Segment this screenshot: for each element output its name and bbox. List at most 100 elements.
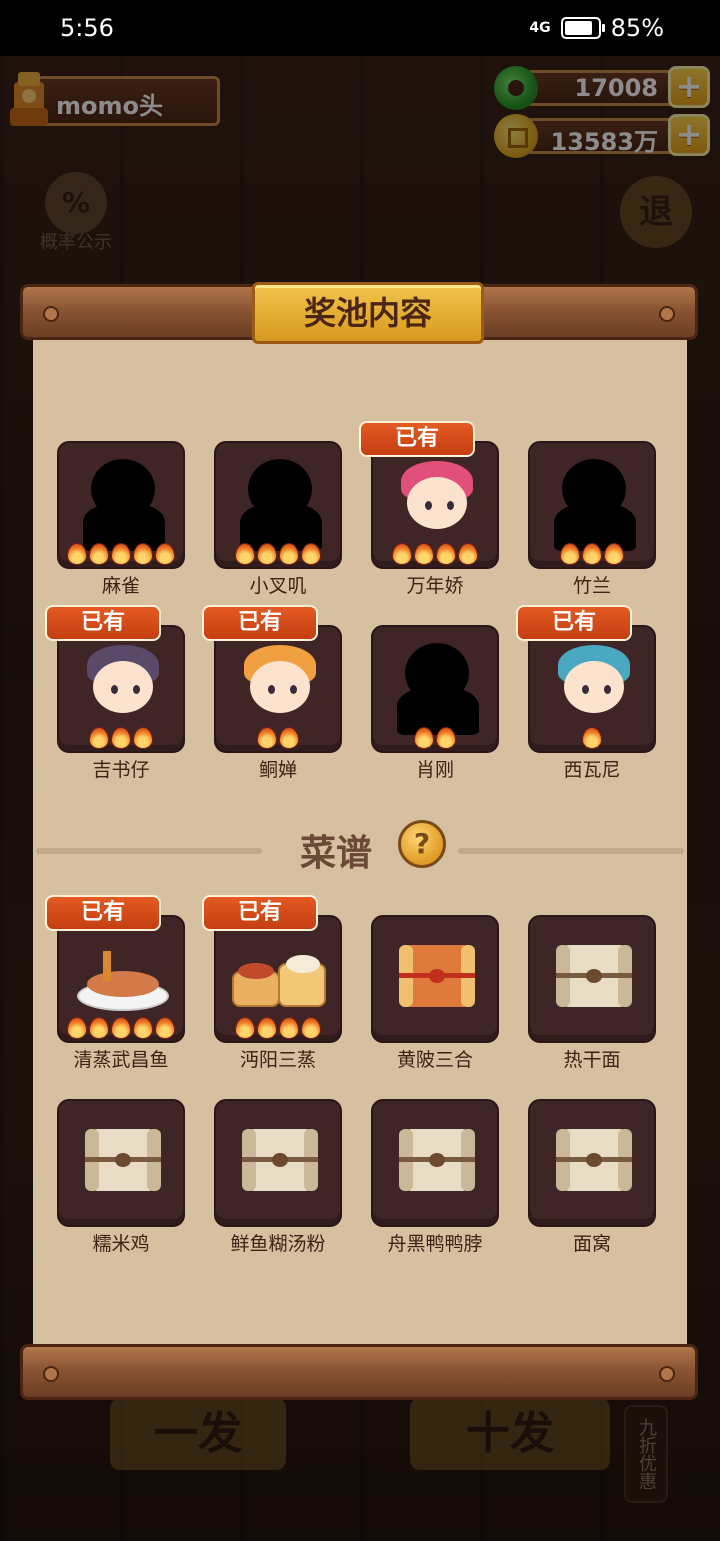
character-card[interactable]: 麻雀 [57,441,185,597]
character-silhouette-icon [73,453,173,553]
recipe-card[interactable]: 面窝 [528,1099,656,1255]
recipe-name: 清蒸武昌鱼 [73,1049,169,1071]
flame-icon [111,1017,131,1039]
flame-icon [133,1017,153,1039]
character-name: 肖刚 [415,759,454,781]
character-silhouette-icon [230,453,330,553]
character-frame [214,625,342,753]
flame-icon [560,543,580,565]
recipe-name: 糯米鸡 [92,1233,150,1255]
owned-badge: 已有 [359,421,475,457]
recipe-scroll-icon [556,1129,632,1191]
character-portrait-icon [550,637,638,733]
rarity-flames [59,543,183,565]
flame-icon [133,727,153,749]
recipe-card[interactable]: 舟黑鸭鸭脖 [371,1099,499,1255]
recipe-frame [214,1099,342,1227]
recipe-name: 沔阳三蒸 [239,1049,316,1071]
character-name: 鲖婵 [258,759,297,781]
character-silhouette-icon [387,637,487,737]
rarity-flames [216,543,340,565]
flame-icon [111,543,131,565]
recipe-name: 鲜鱼糊汤粉 [230,1233,326,1255]
signal-icon: 4G [529,20,551,36]
flame-icon [257,1017,277,1039]
battery-percent: 85% [610,14,664,42]
flame-icon [155,1017,175,1039]
battery-icon [560,17,605,39]
recipe-frame [371,1099,499,1227]
character-card[interactable]: 小叉叽 [214,441,342,597]
recipe-name: 黄陂三合 [396,1049,473,1071]
flame-icon [279,1017,299,1039]
character-card[interactable]: 已有 鲖婵 [202,605,342,781]
flame-icon [436,543,456,565]
panel-title: 奖池内容 [252,282,484,344]
character-silhouette-icon [544,453,644,553]
recipe-frame [57,1099,185,1227]
recipe-frame [528,915,656,1043]
question-icon[interactable]: ? [398,820,446,868]
character-card[interactable]: 肖刚 [371,625,499,781]
character-portrait-icon [393,453,481,549]
owned-badge: 已有 [202,895,318,931]
recipe-card[interactable]: 黄陂三合 [371,915,499,1071]
character-name: 万年娇 [406,575,464,597]
recipe-frame [57,915,185,1043]
character-frame [214,441,342,569]
rarity-flames [373,727,497,749]
steamed-dish-icon [230,945,330,1015]
owned-badge: 已有 [516,605,632,641]
flame-icon [67,1017,87,1039]
flame-icon [133,543,153,565]
flame-icon [301,543,321,565]
rarity-flames [216,1017,340,1039]
character-card[interactable]: 竹兰 [528,441,656,597]
recipe-card[interactable]: 鲜鱼糊汤粉 [214,1099,342,1255]
character-portrait-icon [236,637,324,733]
flame-icon [279,543,299,565]
flame-icon [414,543,434,565]
character-name: 西瓦尼 [563,759,621,781]
flame-icon [257,727,277,749]
flame-icon [582,543,602,565]
flame-icon [414,727,434,749]
rarity-flames [530,543,654,565]
character-name: 麻雀 [101,575,140,597]
recipe-card[interactable]: 已有沔阳三蒸 [202,895,342,1071]
character-name: 小叉叽 [249,575,307,597]
recipe-frame [528,1099,656,1227]
flame-icon [392,543,412,565]
recipe-frame [371,915,499,1043]
flame-icon [458,543,478,565]
status-bar: 5:56 4G 85% [0,0,720,56]
recipe-scroll-icon [556,945,632,1007]
character-frame [528,441,656,569]
character-card[interactable]: 已有万年娇 [359,421,499,597]
flame-icon [89,727,109,749]
recipe-section-header: 菜谱 ? [36,818,684,878]
character-frame [57,625,185,753]
character-frame [371,441,499,569]
character-card[interactable]: 已有 吉书仔 [45,605,185,781]
character-card[interactable]: 已有西瓦尼 [516,605,656,781]
recipe-card[interactable]: 糯米鸡 [57,1099,185,1255]
flame-icon [604,543,624,565]
character-portrait-icon [79,637,167,733]
flame-icon [257,543,277,565]
flame-icon [301,1017,321,1039]
character-frame [57,441,185,569]
recipe-frame [214,915,342,1043]
recipe-scroll-icon [85,1129,161,1191]
recipe-name: 热干面 [563,1049,621,1071]
scroll-rod-bottom [20,1344,698,1400]
character-frame [528,625,656,753]
recipe-card[interactable]: 已有 清蒸武昌鱼 [45,895,185,1071]
fish-dish-icon [73,945,173,1015]
recipe-card[interactable]: 热干面 [528,915,656,1071]
flame-icon [436,727,456,749]
character-name: 竹兰 [572,575,611,597]
owned-badge: 已有 [45,605,161,641]
recipe-name: 面窝 [572,1233,611,1255]
rarity-flames [373,543,497,565]
